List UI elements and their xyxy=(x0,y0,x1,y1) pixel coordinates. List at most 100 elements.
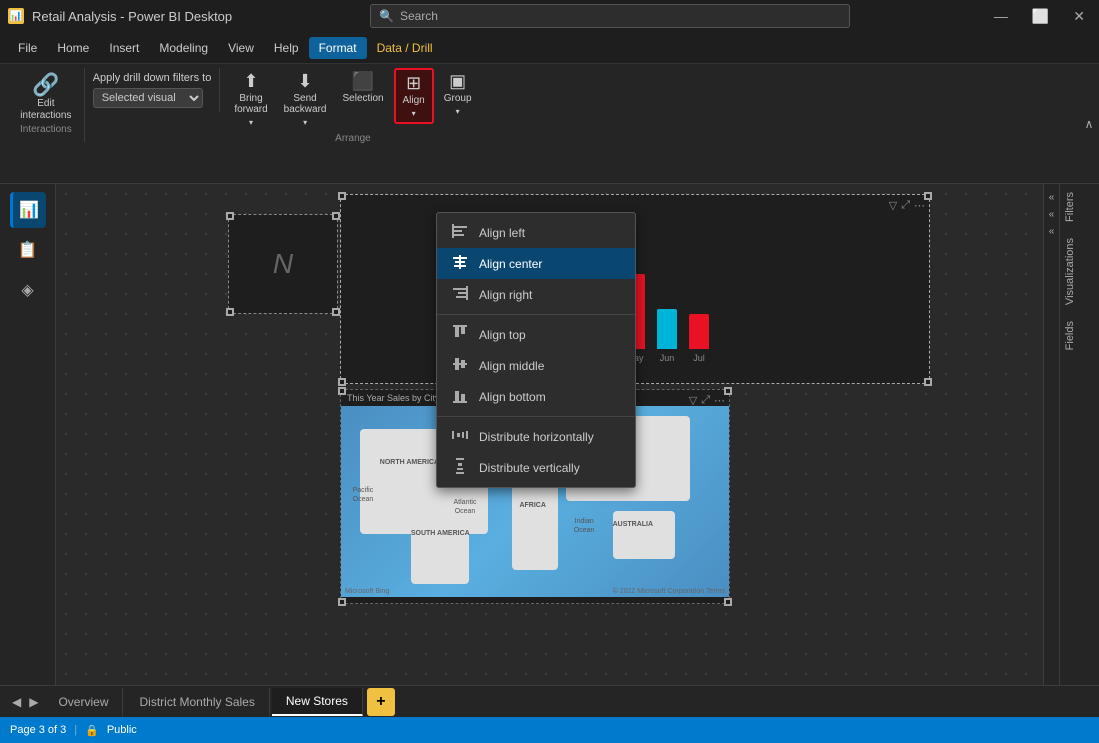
collapse-icon: ∧ xyxy=(1085,117,1094,131)
menu-insert[interactable]: Insert xyxy=(99,37,149,59)
tab-district-monthly[interactable]: District Monthly Sales xyxy=(125,688,269,716)
send-backward-button[interactable]: ⬇ Sendbackward ▾ xyxy=(278,68,333,131)
australia-label: AUSTRALIA xyxy=(613,521,653,528)
align-top-icon xyxy=(451,325,469,344)
align-bottom-item[interactable]: Align bottom xyxy=(437,381,635,412)
visual-toolbar: ▽ ⤢ ⋯ xyxy=(889,199,925,212)
group-icon: ▣ xyxy=(449,72,466,90)
filter-icon[interactable]: ▽ xyxy=(889,199,897,212)
focus-icon[interactable]: ⤢ xyxy=(901,199,910,212)
title-bar-center: 🔍 Search xyxy=(232,4,988,28)
bring-forward-button[interactable]: ⬆ Bringforward ▾ xyxy=(228,68,273,131)
interactions-icon: 🔗 xyxy=(32,72,59,98)
add-page-button[interactable]: + xyxy=(367,688,395,716)
align-center-item[interactable]: Align center xyxy=(437,248,635,279)
pacific-ocean-label: PacificOcean xyxy=(353,486,374,504)
atlantic-ocean-label: AtlanticOcean xyxy=(454,498,477,516)
report-view-icon[interactable]: 📊 xyxy=(10,192,46,228)
align-center-label: Align center xyxy=(479,257,542,271)
menu-help[interactable]: Help xyxy=(264,37,309,59)
align-left-icon xyxy=(451,223,469,242)
collapse-btn-1[interactable]: « xyxy=(1049,192,1055,203)
next-page-button[interactable]: ▶ xyxy=(25,695,42,709)
filters-panel-label[interactable]: Filters xyxy=(1060,184,1099,230)
search-icon: 🔍 xyxy=(379,9,394,23)
maximize-button[interactable]: ⬜ xyxy=(1026,6,1055,27)
map-handle-tl[interactable] xyxy=(338,387,346,395)
tab-overview[interactable]: Overview xyxy=(44,688,123,716)
edit-interactions-button[interactable]: 🔗 Editinteractions xyxy=(20,72,71,122)
more-icon[interactable]: ⋯ xyxy=(914,199,925,212)
drill-filter-select[interactable]: Selected visual xyxy=(93,88,203,108)
menu-bar: File Home Insert Modeling View Help Form… xyxy=(0,32,1099,64)
selection-button[interactable]: ⬛ Selection xyxy=(336,68,389,108)
distribute-vertical-icon xyxy=(451,458,469,477)
align-right-label: Align right xyxy=(479,288,532,302)
handle-br[interactable] xyxy=(924,378,932,386)
align-icon: ⊞ xyxy=(406,74,421,92)
map-copyright: © 2022 Microsoft Corporation Terms xyxy=(613,588,725,595)
menu-view[interactable]: View xyxy=(218,37,264,59)
align-arrow: ▾ xyxy=(412,109,416,118)
footer: ◀ ▶ Overview District Monthly Sales New … xyxy=(0,685,1099,717)
handle-bl[interactable] xyxy=(338,378,346,386)
interactions-group-label: Interactions xyxy=(20,124,72,138)
ribbon-groups: 🔗 Editinteractions Interactions Apply dr… xyxy=(8,68,1091,147)
left-sidebar: 📊 📋 ◈ xyxy=(0,184,56,685)
prev-page-button[interactable]: ◀ xyxy=(8,695,25,709)
distribute-vertical-label: Distribute vertically xyxy=(479,461,580,475)
align-left-item[interactable]: Align left xyxy=(437,217,635,248)
handle-bl2[interactable] xyxy=(226,308,234,316)
handle-tl[interactable] xyxy=(338,192,346,200)
map-handle-tr[interactable] xyxy=(724,387,732,395)
align-button[interactable]: ⊞ Align ▾ xyxy=(394,68,434,124)
search-box[interactable]: 🔍 Search xyxy=(370,4,850,28)
align-top-item[interactable]: Align top xyxy=(437,319,635,350)
distribute-horizontal-item[interactable]: Distribute horizontally xyxy=(437,421,635,452)
handle-tl2[interactable] xyxy=(226,212,234,220)
ribbon-collapse-button[interactable]: ∧ xyxy=(1079,68,1099,180)
align-bottom-icon xyxy=(451,387,469,406)
dropdown-divider-1 xyxy=(437,314,635,315)
dropdown-divider-2 xyxy=(437,416,635,417)
align-middle-icon xyxy=(451,356,469,375)
title-bar: 📊 Retail Analysis - Power BI Desktop 🔍 S… xyxy=(0,0,1099,32)
menu-modeling[interactable]: Modeling xyxy=(149,37,218,59)
handle-tr[interactable] xyxy=(924,192,932,200)
app-icon: 📊 xyxy=(8,8,24,24)
data-view-icon[interactable]: 📋 xyxy=(10,232,46,268)
align-center-icon xyxy=(451,254,469,273)
menu-datadrill[interactable]: Data / Drill xyxy=(367,37,443,59)
map-handle-bl[interactable] xyxy=(338,598,346,606)
map-attribution: Microsoft Bing xyxy=(345,588,389,595)
visibility-icon: 🔒 xyxy=(85,724,99,737)
tab-new-stores[interactable]: New Stores xyxy=(272,688,363,716)
handle-tr2[interactable] xyxy=(332,212,340,220)
title-bar-left: 📊 Retail Analysis - Power BI Desktop xyxy=(8,8,232,24)
handle-br2[interactable] xyxy=(332,308,340,316)
search-placeholder: Search xyxy=(400,9,438,23)
south-america-label: SOUTH AMERICA xyxy=(411,530,470,537)
group-button[interactable]: ▣ Group ▾ xyxy=(438,68,478,120)
model-view-icon[interactable]: ◈ xyxy=(10,272,46,308)
indian-ocean-label: IndianOcean xyxy=(574,517,595,535)
close-button[interactable]: ✕ xyxy=(1067,6,1091,27)
distribute-vertical-item[interactable]: Distribute vertically xyxy=(437,452,635,483)
minimize-button[interactable]: — xyxy=(988,6,1014,26)
align-right-item[interactable]: Align right xyxy=(437,279,635,310)
drill-filter-label: Apply drill down filters to xyxy=(93,72,212,84)
collapse-btn-3[interactable]: « xyxy=(1049,226,1055,237)
bring-forward-icon: ⬆ xyxy=(243,72,258,90)
text-visual[interactable]: N xyxy=(228,214,338,314)
menu-format[interactable]: Format xyxy=(309,37,367,59)
distribute-horizontal-label: Distribute horizontally xyxy=(479,430,594,444)
map-handle-br[interactable] xyxy=(724,598,732,606)
collapse-btn-2[interactable]: « xyxy=(1049,209,1055,220)
app-title: Retail Analysis - Power BI Desktop xyxy=(32,9,232,24)
align-left-label: Align left xyxy=(479,226,525,240)
visualizations-panel-label[interactable]: Visualizations xyxy=(1060,230,1099,313)
align-middle-item[interactable]: Align middle xyxy=(437,350,635,381)
fields-panel-label[interactable]: Fields xyxy=(1060,313,1099,358)
menu-file[interactable]: File xyxy=(8,37,47,59)
menu-home[interactable]: Home xyxy=(47,37,99,59)
